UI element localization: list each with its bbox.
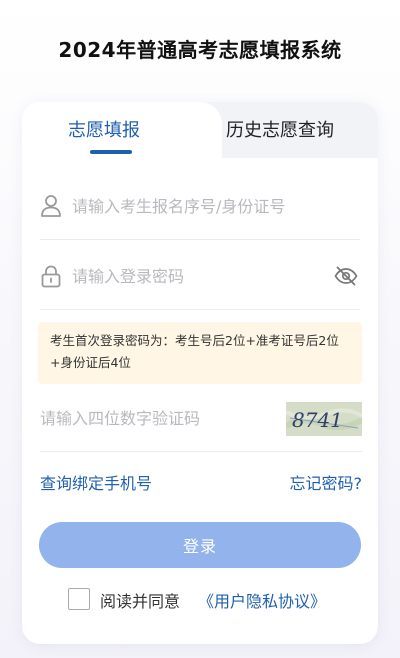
forgot-password-link[interactable]: 忘记密码?	[290, 470, 363, 494]
tab-active-indicator	[90, 150, 132, 154]
agreement-checkbox[interactable]	[68, 588, 90, 610]
captcha-input[interactable]	[40, 404, 270, 432]
tab-apply[interactable]: 志愿填报	[68, 116, 140, 142]
links-row: 查询绑定手机号 忘记密码?	[40, 470, 362, 494]
privacy-policy-link[interactable]: 《用户隐私协议》	[198, 588, 326, 612]
agreement-text: 阅读并同意	[100, 592, 181, 611]
login-card: 志愿填报 历史志愿查询 考生首次登录密码为：考生号后2位+准考证号后2位+身份证…	[22, 102, 378, 644]
eye-off-icon[interactable]	[334, 266, 358, 286]
page-title: 2024年普通高考志愿填报系统	[58, 38, 342, 62]
captcha-text: 8741	[292, 408, 343, 432]
tab-history-query[interactable]: 历史志愿查询	[226, 116, 334, 142]
captcha-image[interactable]: 8741	[286, 402, 362, 436]
login-button[interactable]: 登录	[39, 522, 361, 568]
bind-phone-link[interactable]: 查询绑定手机号	[40, 470, 152, 494]
lock-icon	[41, 265, 61, 288]
tab-bar: 志愿填报 历史志愿查询	[22, 102, 378, 162]
username-field	[40, 172, 360, 240]
agreement-row: 阅读并同意 《用户隐私协议》	[68, 586, 348, 612]
first-login-tip: 考生首次登录密码为：考生号后2位+准考证号后2位+身份证后4位	[38, 322, 362, 384]
password-input[interactable]	[72, 262, 322, 290]
user-icon	[41, 195, 61, 217]
password-field	[40, 242, 360, 310]
username-input[interactable]	[72, 192, 322, 220]
